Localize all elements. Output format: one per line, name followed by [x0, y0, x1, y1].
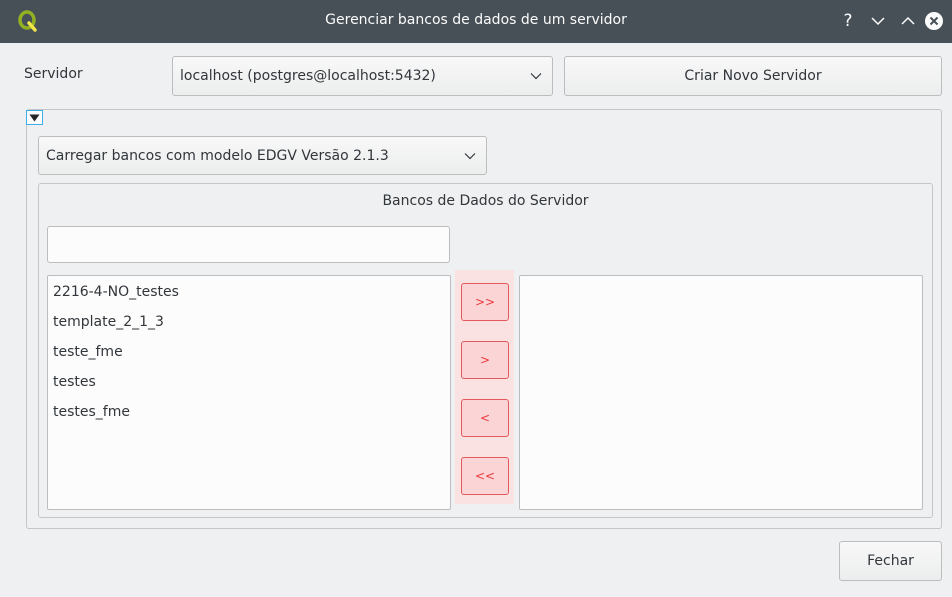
close-circle-icon[interactable]: [924, 11, 944, 31]
remove-button[interactable]: <: [461, 399, 509, 437]
available-databases-list[interactable]: 2216-4-NO_testes template_2_1_3 teste_fm…: [47, 275, 451, 510]
server-select-value: localhost (postgres@localhost:5432): [180, 68, 436, 84]
help-icon[interactable]: ?: [838, 11, 858, 31]
list-item[interactable]: 2216-4-NO_testes: [53, 284, 179, 300]
chevron-down-icon: [530, 73, 542, 80]
close-button[interactable]: Fechar: [839, 541, 942, 581]
list-item[interactable]: template_2_1_3: [53, 314, 164, 330]
server-label: Servidor: [24, 66, 83, 82]
window-title: Gerenciar bancos de dados de um servidor: [325, 12, 627, 28]
collapse-toggle[interactable]: [26, 110, 43, 125]
template-select-value: Carregar bancos com modelo EDGV Versão 2…: [46, 147, 389, 164]
create-server-button[interactable]: Criar Novo Servidor: [564, 56, 942, 96]
chevron-down-icon[interactable]: [868, 11, 888, 31]
database-filter-input[interactable]: [47, 226, 450, 263]
add-button[interactable]: >: [461, 341, 509, 379]
dialog-window: Gerenciar bancos de dados de um servidor…: [0, 0, 952, 597]
list-item[interactable]: teste_fme: [53, 344, 123, 360]
selected-databases-list[interactable]: [519, 275, 923, 510]
chevron-up-icon[interactable]: [898, 11, 918, 31]
server-select[interactable]: localhost (postgres@localhost:5432): [172, 56, 553, 96]
list-item[interactable]: testes_fme: [53, 404, 130, 420]
chevron-down-icon: [464, 152, 476, 159]
triangle-down-icon: [29, 114, 40, 121]
template-select[interactable]: Carregar bancos com modelo EDGV Versão 2…: [38, 136, 487, 175]
title-bar: Gerenciar bancos de dados de um servidor…: [0, 0, 952, 43]
list-item[interactable]: testes: [53, 374, 96, 390]
databases-group-title: Bancos de Dados do Servidor: [382, 193, 589, 209]
remove-all-button[interactable]: <<: [461, 457, 509, 495]
add-all-button[interactable]: >>: [461, 283, 509, 321]
